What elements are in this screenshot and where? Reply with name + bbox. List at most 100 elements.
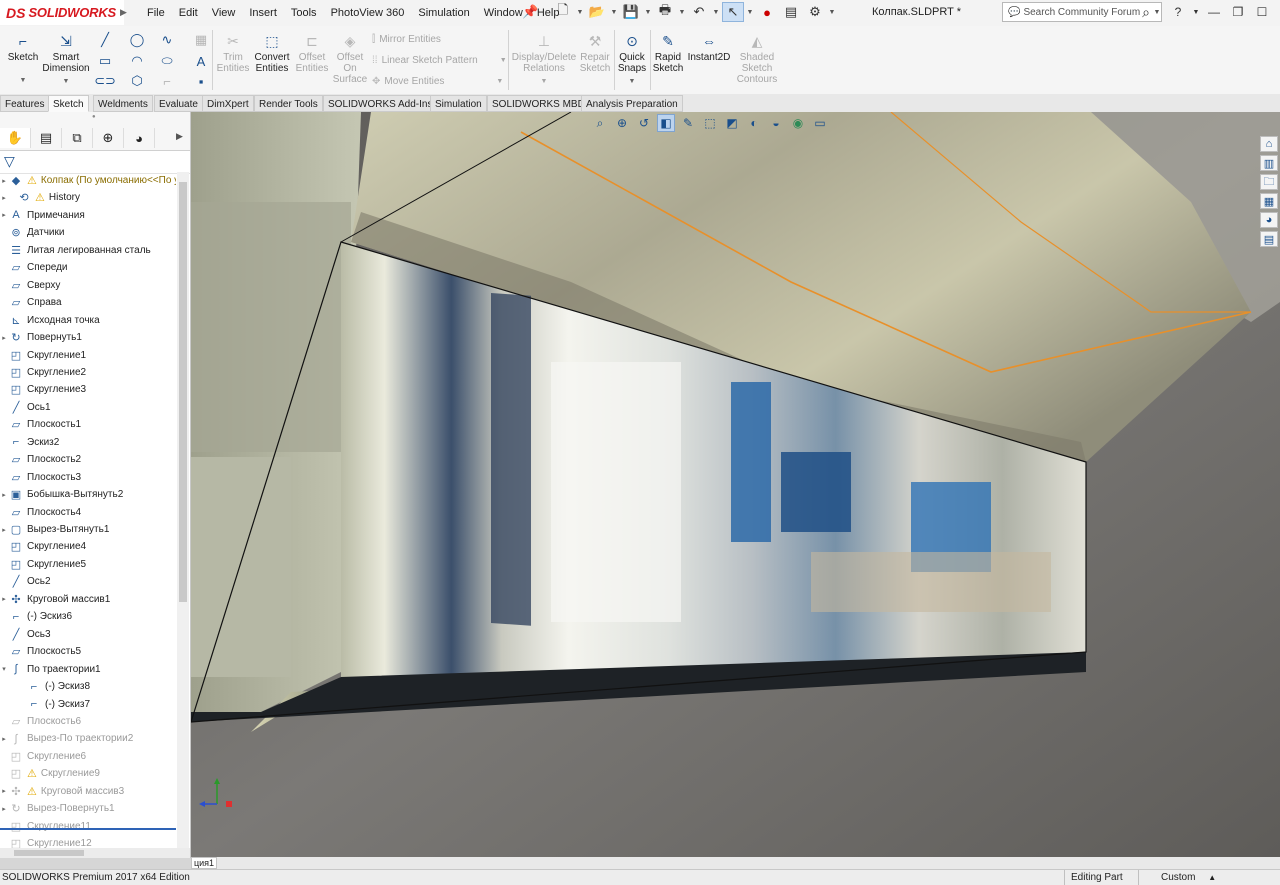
offset-on-surface-button[interactable]: ◈ Offset On Surface [332,32,368,86]
tree-item[interactable]: ◰ Скругление6 [0,748,176,765]
tree-item[interactable]: ◰ Скругление5 [0,556,176,573]
select-dropdown-icon[interactable]: ▼ [746,2,754,22]
maximize-icon[interactable]: ☐ [1252,3,1272,21]
units-up-arrow-icon[interactable]: ▲ [1208,873,1216,882]
panel-grip-icon[interactable]: ● [92,114,96,120]
quick-snaps-button[interactable]: ⊙ Quick Snaps ▼ [616,32,648,87]
solidworks-logo[interactable]: DS SOLIDWORKS ▶ [0,0,127,25]
tree-item[interactable]: ▸ ▢ Вырез-Вытянуть1 [0,521,176,538]
hide-show-items-icon[interactable]: ◐ [745,114,763,132]
tree-vertical-scrollbar[interactable] [177,172,189,848]
repair-sketch-button[interactable]: ⚒ Repair Sketch [578,32,612,75]
custom-properties-icon[interactable]: ▤ [1260,231,1278,247]
design-library-icon[interactable]: ▥ [1260,155,1278,171]
menu-edit[interactable]: Edit [172,5,205,21]
smart-dimension-dropdown-icon[interactable]: ▼ [63,76,70,87]
sketch-fillet-icon[interactable]: ▦ [192,32,210,48]
text-icon[interactable]: A [192,53,210,69]
polygon-icon[interactable]: ⬡ [128,73,146,89]
tree-item[interactable]: ╱ Ось1 [0,399,176,416]
new-document-icon[interactable]: 🗋 [552,2,574,22]
tree-item[interactable]: ▸ ↻ Повернуть1 [0,329,176,346]
circle-icon[interactable]: ◯ [128,32,146,48]
tree-item[interactable]: ▱ Плоскость4 [0,504,176,521]
view-orientation-icon[interactable]: ⬚ [701,114,719,132]
options-dropdown-icon[interactable]: ▼ [828,2,836,22]
menu-view[interactable]: View [205,5,243,21]
panel-expand-arrow-icon[interactable]: ▶ [176,131,183,142]
help-dropdown-icon[interactable]: ▼ [1192,3,1200,21]
tab-solidworks-mbd[interactable]: SOLIDWORKS MBD [487,95,590,112]
options-gear-icon[interactable]: ⚙ [804,2,826,22]
tree-item[interactable]: ◰ Скругление3 [0,381,176,398]
save-dropdown-icon[interactable]: ▼ [644,2,652,22]
expand-arrow-icon[interactable]: ▸ [0,805,8,813]
previous-view-icon[interactable]: ↺ [635,114,653,132]
point-icon[interactable]: ▪ [192,73,210,89]
tab-simulation[interactable]: Simulation [430,95,487,112]
move-dropdown-icon[interactable]: ▼ [496,78,503,85]
tab-solidworks-addins[interactable]: SOLIDWORKS Add-Ins [323,95,438,112]
tree-item[interactable]: ▱ Плоскость6 [0,713,176,730]
tree-item[interactable]: ▱ Плоскость2 [0,451,176,468]
tab-features[interactable]: Features [0,95,50,112]
rebuild-traffic-light-icon[interactable]: ● [756,2,778,22]
offset-entities-button[interactable]: ⊏ Offset Entities [294,32,330,75]
expand-arrow-icon[interactable]: ▸ [0,595,8,603]
convert-entities-button[interactable]: ⬚ Convert Entities [252,32,292,75]
expand-arrow-icon[interactable]: ▸ [0,787,8,795]
expand-arrow-icon[interactable]: ▸ [0,334,8,342]
tab-evaluate[interactable]: Evaluate [154,95,203,112]
move-entities-button[interactable]: ✥ Move Entities ▼ [372,76,503,87]
feature-manager-tab-icon[interactable]: ✋ [0,128,31,148]
expand-arrow-icon[interactable]: ▾ [0,665,8,673]
configuration-manager-tab-icon[interactable]: ⧉ [62,128,93,148]
apply-scene-icon[interactable]: ◉ [789,114,807,132]
tree-item[interactable]: ╱ Ось3 [0,626,176,643]
relations-dropdown-icon[interactable]: ▼ [541,76,548,87]
arc-icon[interactable]: ◠ [128,53,146,69]
logo-menu-arrow-icon[interactable]: ▶ [120,7,127,18]
tree-item[interactable]: ◰ Скругление11 [0,818,176,835]
community-search-box[interactable]: 💬 Search Community Forum ⌕ ▼ [1002,2,1162,22]
tree-item[interactable]: ▱ Сверху [0,277,176,294]
save-icon[interactable]: 💾 [620,2,642,22]
print-icon[interactable]: 🖶 [654,2,676,22]
tree-item[interactable]: ▸ ↻ Вырез-Повернуть1 [0,800,176,817]
open-dropdown-icon[interactable]: ▼ [610,2,618,22]
expand-arrow-icon[interactable]: ▸ [0,194,8,202]
search-dropdown-icon[interactable]: ▼ [1153,2,1161,22]
search-icon[interactable]: ⌕ [1142,4,1150,21]
expand-arrow-icon[interactable]: ▸ [0,526,8,534]
menu-tools[interactable]: Tools [284,5,324,21]
zoom-to-fit-icon[interactable]: ⌕ [591,114,609,132]
rollback-bar[interactable] [0,828,176,830]
expand-arrow-icon[interactable]: ▸ [0,491,8,499]
section-view-icon[interactable]: ◧ [657,114,675,132]
linear-sketch-pattern-button[interactable]: ⁞⁞ Linear Sketch Pattern ▼ [372,55,507,66]
ellipse-icon[interactable]: ⬭ [158,53,176,69]
property-manager-tab-icon[interactable]: ▤ [31,128,62,148]
menu-file[interactable]: File [140,5,172,21]
tree-item[interactable]: ▸ ▣ Бобышка-Вытянуть2 [0,486,176,503]
tree-item[interactable]: ▸ ◆ ⚠ Колпак (По умолчанию<<По у [0,172,176,189]
spline-icon[interactable]: ∿ [158,32,176,48]
dimxpert-manager-tab-icon[interactable]: ⊕ [93,128,124,148]
tab-dimxpert[interactable]: DimXpert [202,95,254,112]
tree-item[interactable]: ◰ Скругление4 [0,538,176,555]
edit-appearance-icon[interactable]: ◒ [767,114,785,132]
tree-item[interactable]: ⌐ Эскиз2 [0,434,176,451]
file-explorer-icon[interactable]: 🗀 [1260,174,1278,190]
tab-render-tools[interactable]: Render Tools [254,95,323,112]
tab-weldments[interactable]: Weldments [93,95,153,112]
tab-analysis-preparation[interactable]: Analysis Preparation [581,95,683,112]
zoom-to-area-icon[interactable]: ⊕ [613,114,631,132]
search-input[interactable]: Search Community Forum [1023,7,1142,18]
expand-arrow-icon[interactable]: ▸ [0,177,8,185]
tree-item[interactable]: ╱ Ось2 [0,573,176,590]
display-manager-tab-icon[interactable]: ◕ [124,128,155,148]
display-style-icon[interactable]: ◩ [723,114,741,132]
tree-item[interactable]: ⊾ Исходная точка [0,312,176,329]
model-tab[interactable]: ция1 [191,857,218,869]
menu-photoview[interactable]: PhotoView 360 [324,5,412,21]
